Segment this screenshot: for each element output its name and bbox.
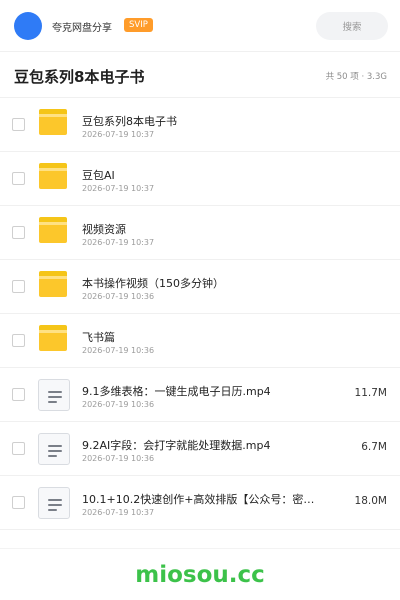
folder-icon <box>38 271 70 303</box>
item-name: 9.1多维表格：一键生成电子日历.mp4 <box>82 385 271 398</box>
item-date: 2026-07-19 10:37 <box>82 238 155 247</box>
item-name: 飞书篇 <box>82 331 115 344</box>
item-summary: 共 50 项 · 3.3G <box>325 72 387 82</box>
item-checkbox[interactable] <box>12 334 25 347</box>
folder-icon <box>38 109 70 141</box>
app-header: 夸克网盘分享 SVIP 搜索 <box>0 0 400 52</box>
item-checkbox[interactable] <box>12 388 25 401</box>
item-checkbox[interactable] <box>12 118 25 131</box>
watermark-text: miosou.cc <box>135 562 265 588</box>
list-item[interactable]: 豆包AI 2026-07-19 10:37 <box>0 152 400 206</box>
item-date: 2026-07-19 10:36 <box>82 346 155 355</box>
folder-icon <box>38 325 70 357</box>
item-date: 2026-07-19 10:36 <box>82 400 155 409</box>
item-name: 10.1+10.2快速创作+高效排版【公众号：密知… <box>82 493 322 506</box>
svip-badge: SVIP <box>124 18 153 32</box>
list-item[interactable]: 10.1+10.2快速创作+高效排版【公众号：密知… 2026-07-19 10… <box>0 476 400 530</box>
item-checkbox[interactable] <box>12 280 25 293</box>
list-item[interactable]: 9.2AI字段：会打字就能处理数据.mp4 2026-07-19 10:36 6… <box>0 422 400 476</box>
list-item[interactable]: 视频资源 2026-07-19 10:37 <box>0 206 400 260</box>
item-size: 6.7M <box>361 441 387 453</box>
item-date: 2026-07-19 10:37 <box>82 508 155 517</box>
item-date: 2026-07-19 10:37 <box>82 184 155 193</box>
document-icon <box>38 379 70 411</box>
folder-header: 豆包系列8本电子书 共 50 项 · 3.3G <box>0 52 400 98</box>
item-date: 2026-07-19 10:36 <box>82 454 155 463</box>
folder-icon <box>38 217 70 249</box>
file-list: 豆包系列8本电子书 2026-07-19 10:37 豆包AI 2026-07-… <box>0 98 400 530</box>
avatar[interactable] <box>14 12 42 40</box>
search-button[interactable]: 搜索 <box>316 12 388 40</box>
brand-label: 夸克网盘分享 <box>52 23 112 34</box>
item-date: 2026-07-19 10:37 <box>82 130 155 139</box>
document-icon <box>38 433 70 465</box>
item-name: 豆包AI <box>82 169 115 182</box>
item-checkbox[interactable] <box>12 172 25 185</box>
item-checkbox[interactable] <box>12 496 25 509</box>
page-title: 豆包系列8本电子书 <box>14 68 145 86</box>
item-size: 11.7M <box>354 387 387 399</box>
item-name: 视频资源 <box>82 223 126 236</box>
list-item[interactable]: 飞书篇 2026-07-19 10:36 <box>0 314 400 368</box>
list-item[interactable]: 本书操作视频（150多分钟） 2026-07-19 10:36 <box>0 260 400 314</box>
item-checkbox[interactable] <box>12 226 25 239</box>
item-name: 本书操作视频（150多分钟） <box>82 277 224 290</box>
item-name: 9.2AI字段：会打字就能处理数据.mp4 <box>82 439 271 452</box>
list-item[interactable]: 豆包系列8本电子书 2026-07-19 10:37 <box>0 98 400 152</box>
list-item[interactable]: 9.1多维表格：一键生成电子日历.mp4 2026-07-19 10:36 11… <box>0 368 400 422</box>
item-checkbox[interactable] <box>12 442 25 455</box>
document-icon <box>38 487 70 519</box>
item-date: 2026-07-19 10:36 <box>82 292 155 301</box>
item-name: 豆包系列8本电子书 <box>82 115 177 128</box>
item-size: 18.0M <box>354 495 387 507</box>
folder-icon <box>38 163 70 195</box>
